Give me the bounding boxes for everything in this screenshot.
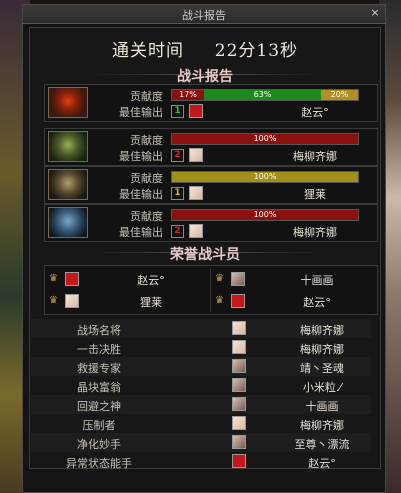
contribution-bar: 17% 63% 20% bbox=[171, 89, 359, 101]
rank-badge: 1 bbox=[171, 187, 184, 200]
honor-name: 狸莱 bbox=[140, 296, 162, 309]
best-dps-avatar bbox=[189, 186, 203, 200]
award-row: 异常状态能手 赵云° bbox=[1, 452, 401, 471]
window-title: 战斗报告 bbox=[182, 9, 226, 22]
contribution-bar: 100% bbox=[171, 209, 359, 221]
rank-badge: 1 bbox=[171, 105, 184, 118]
award-avatar bbox=[232, 454, 246, 468]
red-flame-avatar bbox=[48, 87, 88, 118]
best-dps-avatar bbox=[189, 104, 203, 118]
crown-icon: ♛ bbox=[49, 295, 58, 306]
best-dps-avatar bbox=[189, 224, 203, 238]
contribution-bar: 100% bbox=[171, 133, 359, 145]
award-row: 救援专家 靖丶圣魂 bbox=[1, 357, 401, 376]
award-title: 一击决胜 bbox=[77, 343, 121, 356]
best-dps-name: 梅柳齐娜 bbox=[293, 226, 337, 239]
honor-heading: 荣誉战斗员 bbox=[170, 247, 240, 263]
clear-time-value: 22分13秒 bbox=[214, 41, 299, 61]
award-winner: 梅柳齐娜 bbox=[300, 324, 344, 337]
award-winner: 靖丶圣魂 bbox=[300, 362, 344, 375]
honor-fighter[interactable]: ♛ 狸莱 bbox=[45, 290, 209, 312]
clear-time-label: 通关时间 bbox=[111, 41, 184, 61]
best-dps-label: 最佳输出 bbox=[119, 226, 163, 239]
best-dps-label: 最佳输出 bbox=[119, 150, 163, 163]
honor-fighters-box: ♛ 赵云° ♛ 十画画 ♛ 狸莱 ♛ 赵云° bbox=[44, 265, 378, 315]
award-title: 异常状态能手 bbox=[66, 457, 132, 470]
award-avatar bbox=[232, 416, 246, 430]
best-dps-name: 赵云° bbox=[301, 106, 329, 119]
award-winner: 梅柳齐娜 bbox=[300, 419, 344, 432]
battle-report-heading: 战斗报告 bbox=[177, 69, 233, 85]
title-bar[interactable]: 战斗报告 × bbox=[23, 5, 385, 24]
honor-name: 赵云° bbox=[137, 274, 165, 287]
award-row: 晶块富翁 小米粒.⁄ bbox=[1, 376, 401, 395]
award-title: 救援专家 bbox=[77, 362, 121, 375]
honor-fighter[interactable]: ♛ 十画画 bbox=[211, 268, 375, 290]
best-dps-label: 最佳输出 bbox=[119, 106, 163, 119]
honor-fighter[interactable]: ♛ 赵云° bbox=[211, 290, 375, 312]
player-row: 贡献度最佳输出 17% 63% 20% 1 赵云° bbox=[44, 84, 378, 122]
contribution-bar: 100% bbox=[171, 171, 359, 183]
award-winner: 至尊丶漂流 bbox=[294, 438, 350, 451]
close-button[interactable]: × bbox=[369, 7, 381, 19]
best-dps-name: 梅柳齐娜 bbox=[293, 150, 337, 163]
clear-time: 通关时间 22分13秒 bbox=[30, 36, 380, 61]
honor-avatar bbox=[231, 294, 245, 308]
award-winner: 赵云° bbox=[308, 457, 336, 470]
award-title: 晶块富翁 bbox=[77, 381, 121, 394]
award-winner: 小米粒.⁄ bbox=[302, 381, 342, 394]
crown-icon: ♛ bbox=[215, 273, 224, 284]
contribution-segment: 20% bbox=[321, 90, 358, 100]
contribution-label: 贡献度 bbox=[130, 90, 163, 103]
award-row: 压制者 梅柳齐娜 bbox=[1, 414, 401, 433]
best-dps-avatar bbox=[189, 148, 203, 162]
award-row: 战场名将 梅柳齐娜 bbox=[1, 319, 401, 338]
player-row: 贡献度最佳输出 100% 2 梅柳齐娜 bbox=[44, 204, 378, 242]
best-dps-name: 狸莱 bbox=[304, 188, 326, 201]
award-winner: 十画画 bbox=[305, 400, 339, 413]
honor-name: 十画画 bbox=[300, 274, 334, 287]
honor-name: 赵云° bbox=[303, 296, 331, 309]
contribution-label: 贡献度 bbox=[130, 134, 163, 147]
contribution-segment: 63% bbox=[204, 90, 321, 100]
contribution-segment: 17% bbox=[172, 90, 204, 100]
award-row: 一击决胜 梅柳齐娜 bbox=[1, 338, 401, 357]
best-dps-label: 最佳输出 bbox=[119, 188, 163, 201]
award-winner: 梅柳齐娜 bbox=[300, 343, 344, 356]
contribution-segment: 100% bbox=[172, 210, 358, 220]
contribution-segment: 100% bbox=[172, 134, 358, 144]
crown-icon: ♛ bbox=[49, 273, 58, 284]
player-row: 贡献度最佳输出 100% 1 狸莱 bbox=[44, 166, 378, 204]
award-avatar bbox=[232, 321, 246, 335]
award-title: 净化妙手 bbox=[77, 438, 121, 451]
award-row: 回避之神 十画画 bbox=[1, 395, 401, 414]
honor-avatar bbox=[231, 272, 245, 286]
award-title: 战场名将 bbox=[77, 324, 121, 337]
award-avatar bbox=[232, 359, 246, 373]
blue-helm-avatar bbox=[48, 207, 88, 238]
award-title: 回避之神 bbox=[77, 400, 121, 413]
honor-avatar bbox=[65, 272, 79, 286]
green-helm-avatar bbox=[48, 131, 88, 162]
award-avatar bbox=[232, 340, 246, 354]
player-row: 贡献度最佳输出 100% 2 梅柳齐娜 bbox=[44, 128, 378, 166]
honor-fighter[interactable]: ♛ 赵云° bbox=[45, 268, 209, 290]
award-title: 压制者 bbox=[82, 419, 116, 432]
award-avatar bbox=[232, 435, 246, 449]
battle-report-window: 战斗报告 × 通关时间 22分13秒 战斗报告 贡献度 最佳输出 17% 63% 20%… bbox=[22, 4, 386, 493]
award-avatar bbox=[232, 397, 246, 411]
rank-badge: 2 bbox=[171, 149, 184, 162]
award-row: 净化妙手 至尊丶漂流 bbox=[1, 433, 401, 452]
contribution-label: 贡献度 bbox=[130, 172, 163, 185]
contribution-segment: 100% bbox=[172, 172, 358, 182]
honor-avatar bbox=[65, 294, 79, 308]
award-avatar bbox=[232, 378, 246, 392]
crown-icon: ♛ bbox=[215, 295, 224, 306]
rank-badge: 2 bbox=[171, 225, 184, 238]
contribution-label: 贡献度 bbox=[130, 210, 163, 223]
gold-helm-avatar bbox=[48, 169, 88, 200]
